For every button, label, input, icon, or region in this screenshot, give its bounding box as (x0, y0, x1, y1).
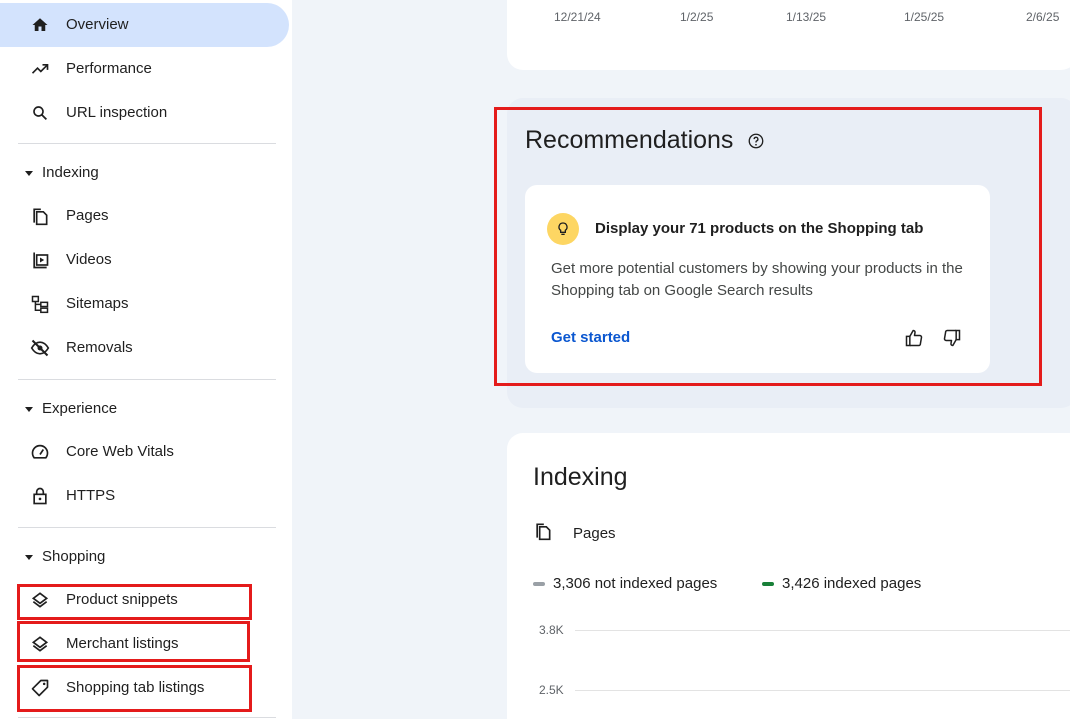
legend-label: 3,306 not indexed pages (553, 575, 718, 592)
search-icon (28, 101, 52, 125)
lock-icon (28, 484, 52, 508)
legend-not-indexed[interactable]: 3,306 not indexed pages (533, 575, 717, 592)
main-content: 12/21/24 1/2/25 1/13/25 1/25/25 2/6/25 R… (292, 0, 1070, 719)
sidebar-section-shopping[interactable]: Shopping (24, 548, 105, 565)
section-label: Indexing (42, 164, 99, 181)
sidebar-item-label: Overview (66, 16, 129, 33)
highlight-box-shopping-tab-listings (17, 665, 252, 712)
y-axis-tick: 2.5K (539, 683, 564, 697)
sidebar-item-label: Sitemaps (66, 295, 129, 312)
x-axis-tick: 12/21/24 (554, 10, 601, 24)
sidebar-item-label: Core Web Vitals (66, 443, 174, 460)
indexing-pages-link[interactable]: Pages (533, 521, 616, 545)
caret-down-icon (24, 404, 34, 414)
legend-label: 3,426 indexed pages (782, 575, 922, 592)
gridline (575, 630, 1070, 631)
indexing-subtitle: Pages (573, 524, 616, 542)
highlight-box-product-snippets (17, 584, 252, 620)
gauge-icon (28, 440, 52, 464)
sidebar-section-experience[interactable]: Experience (24, 400, 117, 417)
sidebar-divider (18, 717, 276, 718)
sidebar-item-label: HTTPS (66, 487, 116, 504)
sidebar-item-label: Pages (66, 207, 109, 224)
legend-swatch-gray (533, 581, 545, 586)
sidebar-section-indexing[interactable]: Indexing (24, 164, 99, 181)
sidebar-item-overview[interactable]: Overview (0, 3, 289, 47)
trending-up-icon (28, 57, 52, 81)
sidebar-divider (18, 143, 276, 144)
performance-chart-card: 12/21/24 1/2/25 1/13/25 1/25/25 2/6/25 (507, 0, 1070, 70)
highlight-box-recommendations (494, 107, 1042, 386)
highlight-box-merchant-listings (17, 621, 250, 662)
x-axis-tick: 2/6/25 (1026, 10, 1060, 24)
sidebar-item-label: Performance (66, 60, 152, 77)
home-icon (28, 13, 52, 37)
sidebar-item-label: Removals (66, 339, 133, 356)
indexing-title: Indexing (533, 463, 628, 491)
sitemap-icon (28, 292, 52, 316)
legend-swatch-green (762, 581, 774, 586)
pages-icon (28, 204, 52, 228)
caret-down-icon (24, 552, 34, 562)
sidebar-item-label: URL inspection (66, 104, 168, 121)
sidebar: Overview Performance URL inspection Inde… (0, 0, 292, 719)
section-label: Shopping (42, 548, 106, 565)
sidebar-divider (18, 379, 276, 380)
gridline (575, 690, 1070, 691)
legend-indexed[interactable]: 3,426 indexed pages (762, 575, 921, 592)
x-axis-tick: 1/2/25 (680, 10, 714, 24)
sidebar-item-label: Videos (66, 251, 112, 268)
indexing-card: Indexing Pages 3,306 not indexed pages 3… (507, 433, 1070, 719)
video-icon (28, 248, 52, 272)
pages-icon (533, 521, 553, 545)
x-axis-tick: 1/13/25 (786, 10, 827, 24)
sidebar-divider (18, 527, 276, 528)
eye-off-icon (28, 336, 52, 360)
x-axis-tick: 1/25/25 (904, 10, 945, 24)
section-label: Experience (42, 400, 118, 417)
caret-down-icon (24, 168, 34, 178)
y-axis-tick: 3.8K (539, 623, 564, 637)
